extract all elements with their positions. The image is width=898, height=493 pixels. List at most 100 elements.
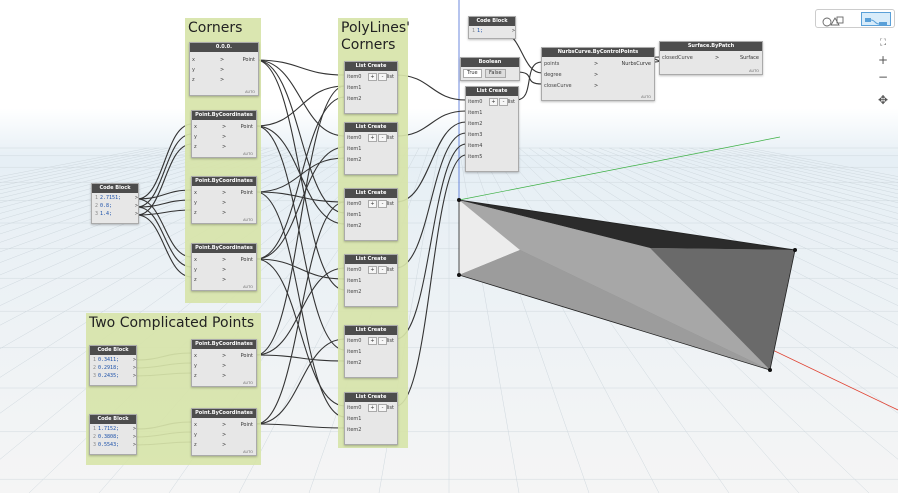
input-port-label[interactable]: item0 bbox=[347, 267, 361, 273]
input-port-label[interactable]: item2 bbox=[347, 289, 361, 295]
code-line[interactable]: 1 1; > bbox=[472, 28, 515, 34]
input-port-label[interactable]: x bbox=[194, 190, 197, 196]
nurbs-curve-node[interactable]: NurbsCurve.ByControlPoints points > degree >… bbox=[541, 47, 655, 101]
remove-input-button[interactable]: - bbox=[378, 73, 387, 81]
input-port-label[interactable]: closeCurve bbox=[544, 83, 572, 89]
output-port-label[interactable]: Point bbox=[241, 353, 253, 359]
output-port-label[interactable]: list bbox=[387, 267, 394, 273]
input-port-label[interactable]: z bbox=[194, 144, 197, 150]
input-port-label[interactable]: item1 bbox=[347, 278, 361, 284]
shapes-3d-icon[interactable] bbox=[822, 12, 844, 27]
code-line[interactable]: 2 0.8; > bbox=[95, 203, 138, 209]
code-block-node[interactable]: Code Block 1 1.7152; >2 0.3808; >3 0.5543; > bbox=[89, 414, 137, 455]
input-port-label[interactable]: y bbox=[194, 200, 197, 206]
zoom-in-button[interactable]: + bbox=[877, 54, 889, 66]
origin-point-node[interactable]: 0.0.0. x > y > z > Point AUTO bbox=[189, 42, 259, 96]
graph-view-icon[interactable] bbox=[861, 12, 891, 26]
input-port-label[interactable]: degree bbox=[544, 72, 562, 78]
add-input-button[interactable]: + bbox=[368, 404, 377, 412]
input-port-label[interactable]: item2 bbox=[347, 96, 361, 102]
add-input-button[interactable]: + bbox=[368, 73, 377, 81]
list-create-node[interactable]: List Create item0 + - item1 item2 list bbox=[344, 325, 398, 378]
input-port-label[interactable]: closedCurve bbox=[662, 55, 693, 61]
output-port-label[interactable]: Point bbox=[241, 257, 253, 263]
add-input-button[interactable]: + bbox=[368, 337, 377, 345]
point-by-coordinates-node[interactable]: Point.ByCoordinates x > y > z > Point AUTO bbox=[191, 110, 257, 158]
output-port-label[interactable]: Point bbox=[241, 124, 253, 130]
output-port-label[interactable]: list bbox=[387, 405, 394, 411]
code-line[interactable]: 3 0.5543; > bbox=[93, 442, 136, 448]
false-toggle[interactable]: False bbox=[485, 69, 506, 78]
input-port-label[interactable]: x bbox=[194, 353, 197, 359]
input-port-label[interactable]: item0 bbox=[347, 201, 361, 207]
code-line[interactable]: 2 0.3808; > bbox=[93, 434, 136, 440]
remove-input-button[interactable]: - bbox=[378, 266, 387, 274]
input-port-label[interactable]: item2 bbox=[347, 360, 361, 366]
add-input-button[interactable]: + bbox=[489, 98, 498, 106]
output-port-label[interactable]: list bbox=[387, 338, 394, 344]
input-port-label[interactable]: item1 bbox=[347, 146, 361, 152]
input-port-label[interactable]: z bbox=[194, 373, 197, 379]
surface-by-patch-node[interactable]: Surface.ByPatch closedCurve > Surface AUTO bbox=[659, 41, 763, 75]
code-line[interactable]: 3 0.2435; > bbox=[93, 373, 136, 379]
code-block-node[interactable]: Code Block 1 2.7151; >2 0.8; >3 1.4; > bbox=[91, 183, 139, 224]
input-port-label[interactable]: item1 bbox=[347, 416, 361, 422]
input-port-label[interactable]: item1 bbox=[347, 349, 361, 355]
input-port-label[interactable]: x bbox=[194, 257, 197, 263]
remove-input-button[interactable]: - bbox=[378, 200, 387, 208]
input-port-label[interactable]: z bbox=[194, 442, 197, 448]
point-by-coordinates-node[interactable]: Point.ByCoordinates x > y > z > Point AUTO bbox=[191, 408, 257, 456]
point-by-coordinates-node[interactable]: Point.ByCoordinates x > y > z > Point AUTO bbox=[191, 339, 257, 387]
remove-input-button[interactable]: - bbox=[378, 134, 387, 142]
input-port-label[interactable]: item1 bbox=[347, 85, 361, 91]
add-input-button[interactable]: + bbox=[368, 266, 377, 274]
input-port-label[interactable]: item0 bbox=[347, 405, 361, 411]
point-by-coordinates-node[interactable]: Point.ByCoordinates x > y > z > Point AUTO bbox=[191, 176, 257, 224]
input-port-label[interactable]: points bbox=[544, 61, 559, 67]
input-port-label[interactable]: item0 bbox=[347, 135, 361, 141]
input-port-label[interactable]: item0 bbox=[347, 74, 361, 80]
output-port-label[interactable]: list bbox=[387, 135, 394, 141]
code-line[interactable]: 2 0.2918; > bbox=[93, 365, 136, 371]
output-port-label[interactable]: Point bbox=[243, 57, 255, 63]
code-line[interactable]: 1 2.7151; > bbox=[95, 195, 138, 201]
zoom-out-button[interactable]: − bbox=[877, 71, 889, 83]
input-port-label[interactable]: item1 bbox=[347, 212, 361, 218]
input-port-label[interactable]: item2 bbox=[347, 427, 361, 433]
output-port-label[interactable]: list bbox=[387, 74, 394, 80]
list-create-node[interactable]: List Create item0 + - item1 item2 list bbox=[344, 392, 398, 445]
output-port-label[interactable]: NurbsCurve bbox=[622, 61, 652, 67]
input-port-label[interactable]: z bbox=[192, 77, 195, 83]
list-create-node[interactable]: List Create item0 + - item1 item2 list bbox=[344, 61, 398, 114]
input-port-label[interactable]: y bbox=[192, 67, 195, 73]
remove-input-button[interactable]: - bbox=[499, 98, 508, 106]
pan-button[interactable]: ✥ bbox=[877, 94, 889, 106]
input-port-label[interactable]: item3 bbox=[468, 132, 482, 138]
input-port-label[interactable]: item4 bbox=[468, 143, 482, 149]
input-port-label[interactable]: item2 bbox=[468, 121, 482, 127]
point-by-coordinates-node[interactable]: Point.ByCoordinates x > y > z > Point AUTO bbox=[191, 243, 257, 291]
input-port-label[interactable]: y bbox=[194, 134, 197, 140]
input-port-label[interactable]: item0 bbox=[347, 338, 361, 344]
output-port-label[interactable]: Point bbox=[241, 422, 253, 428]
input-port-label[interactable]: item2 bbox=[347, 223, 361, 229]
list-create-node[interactable]: List Create item0 + - item1 item2 list bbox=[344, 254, 398, 307]
add-input-button[interactable]: + bbox=[368, 134, 377, 142]
input-port-label[interactable]: x bbox=[194, 422, 197, 428]
input-port-label[interactable]: y bbox=[194, 363, 197, 369]
input-port-label[interactable]: item5 bbox=[468, 154, 482, 160]
list-create-node[interactable]: List Create item0 + - item1 item2 list bbox=[344, 188, 398, 241]
remove-input-button[interactable]: - bbox=[378, 337, 387, 345]
add-input-button[interactable]: + bbox=[368, 200, 377, 208]
output-port-label[interactable]: list bbox=[508, 99, 515, 105]
remove-input-button[interactable]: - bbox=[378, 404, 387, 412]
input-port-label[interactable]: z bbox=[194, 277, 197, 283]
code-line[interactable]: 1 0.3411; > bbox=[93, 357, 136, 363]
code-block-node[interactable]: Code Block 1 0.3411; >2 0.2918; >3 0.2435; > bbox=[89, 345, 137, 386]
input-port-label[interactable]: item0 bbox=[468, 99, 482, 105]
boolean-node[interactable]: Boolean True False bbox=[460, 57, 520, 81]
input-port-label[interactable]: y bbox=[194, 267, 197, 273]
code-line[interactable]: 3 1.4; > bbox=[95, 211, 138, 217]
zoom-fit-button[interactable]: ⛶ bbox=[877, 37, 889, 49]
code-block-node[interactable]: Code Block 1 1; > bbox=[468, 16, 516, 39]
